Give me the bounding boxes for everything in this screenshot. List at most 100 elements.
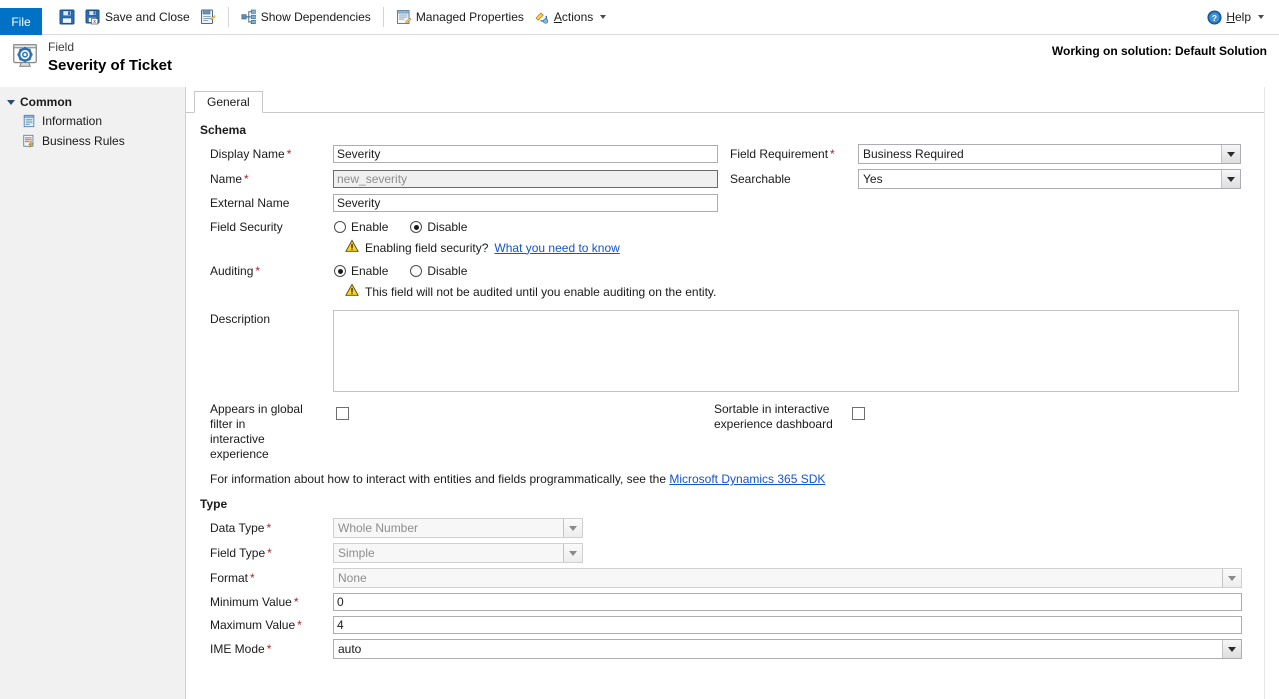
help-accesskey: H	[1226, 10, 1235, 24]
page-title: Severity of Ticket	[48, 57, 172, 74]
actions-label-rest: ctions	[562, 10, 593, 24]
name-label: Name*	[198, 172, 333, 186]
information-icon	[22, 114, 36, 128]
save-and-close-button[interactable]: x Save and Close	[80, 4, 195, 30]
sidebar-navigation: Common Information	[0, 87, 186, 699]
display-name-input[interactable]	[333, 145, 718, 163]
sidebar-item-business-rules[interactable]: Business Rules	[0, 131, 185, 151]
tab-general[interactable]: General	[194, 91, 263, 113]
maximum-value-input[interactable]	[333, 616, 1242, 634]
format-select: None	[333, 568, 1242, 588]
minimum-value-input[interactable]	[333, 593, 1242, 611]
auditing-enable-radio[interactable]: Enable	[334, 264, 388, 278]
ime-mode-value: auto	[334, 640, 1222, 658]
sdk-link[interactable]: Microsoft Dynamics 365 SDK	[669, 472, 825, 486]
auditing-label: Auditing*	[198, 264, 333, 278]
auditing-warning: This field will not be audited until you…	[345, 283, 1247, 300]
field-security-warning: Enabling field security? What you need t…	[345, 239, 1247, 256]
managed-properties-label: Managed Properties	[416, 10, 524, 24]
auditing-disable-radio[interactable]: Disable	[410, 264, 467, 278]
svg-text:?: ?	[1212, 12, 1217, 22]
field-security-disable-radio[interactable]: Disable	[410, 220, 467, 234]
save-button[interactable]	[54, 4, 80, 30]
body-split: Common Information	[0, 87, 1279, 699]
tab-general-label: General	[207, 95, 250, 109]
format-value: None	[334, 569, 1222, 587]
sidebar-group-common[interactable]: Common	[0, 93, 185, 111]
field-requirement-dropdown-button[interactable]	[1221, 145, 1240, 163]
external-name-input[interactable]	[333, 194, 718, 212]
row-minimum-value: Minimum Value*	[198, 593, 1247, 611]
file-tab[interactable]: File	[0, 8, 42, 35]
sortable-checkbox[interactable]	[852, 407, 865, 420]
required-asterisk: *	[830, 147, 835, 161]
managed-properties-button[interactable]: Managed Properties	[391, 4, 529, 30]
radio-indicator	[334, 221, 346, 233]
required-asterisk: *	[267, 642, 272, 656]
field-security-radio-group: Enable Disable	[333, 220, 467, 234]
ribbon-save-group: x Save and Close	[42, 0, 611, 34]
global-filter-checkbox[interactable]	[336, 407, 349, 420]
chevron-down-icon	[569, 526, 577, 531]
radio-indicator-selected	[410, 221, 422, 233]
field-security-enable-radio[interactable]: Enable	[334, 220, 388, 234]
field-requirement-select[interactable]: Business Required	[858, 144, 1241, 164]
field-requirement-label: Field Requirement*	[718, 147, 858, 161]
ime-mode-dropdown-button[interactable]	[1222, 640, 1241, 658]
data-type-label: Data Type*	[198, 521, 333, 535]
page-kicker: Field	[48, 41, 172, 55]
field-type-select: Simple	[333, 543, 583, 563]
row-maximum-value: Maximum Value*	[198, 616, 1247, 634]
global-filter-option: Appears in global filter in interactive …	[198, 402, 349, 462]
row-display-name: Display Name* Field Requirement* Busines…	[198, 144, 1247, 164]
row-ime-mode: IME Mode* auto	[198, 639, 1247, 659]
warning-icon	[345, 283, 359, 300]
show-dependencies-label: Show Dependencies	[261, 10, 371, 24]
field-requirement-value: Business Required	[859, 145, 1221, 163]
field-security-warning-link[interactable]: What you need to know	[494, 241, 619, 255]
vertical-scrollbar[interactable]	[1264, 87, 1279, 699]
managed-properties-icon	[396, 9, 412, 25]
auditing-enable-label: Enable	[351, 264, 388, 278]
data-type-select: Whole Number	[333, 518, 583, 538]
tabstrip: General	[186, 91, 1279, 113]
collapse-triangle-icon	[7, 100, 15, 105]
row-format: Format* None	[198, 568, 1247, 588]
maximum-value-label: Maximum Value*	[198, 618, 333, 632]
save-as-button[interactable]	[195, 4, 221, 30]
form-area: Schema Display Name* Field Requirement* …	[186, 113, 1279, 659]
type-section-heading: Type	[200, 497, 1247, 511]
description-label: Description	[198, 310, 333, 326]
ime-mode-select[interactable]: auto	[333, 639, 1242, 659]
sidebar-group-label: Common	[20, 95, 72, 109]
searchable-dropdown-button[interactable]	[1221, 170, 1240, 188]
business-rules-icon	[22, 134, 36, 148]
row-field-security: Field Security Enable Disable	[198, 220, 1247, 234]
page-header: Field Severity of Ticket Working on solu…	[0, 35, 1279, 87]
field-security-warning-text: Enabling field security?	[365, 241, 488, 255]
actions-menu-button[interactable]: Actions	[529, 4, 611, 30]
dependencies-icon	[241, 9, 257, 25]
description-textarea[interactable]	[333, 310, 1239, 392]
sortable-label: Sortable in interactive experience dashb…	[714, 402, 842, 432]
required-asterisk: *	[294, 595, 299, 609]
working-on-solution-note: Working on solution: Default Solution	[1052, 44, 1267, 58]
field-type-label: Field Type*	[198, 546, 333, 560]
required-asterisk: *	[267, 546, 272, 560]
row-field-type: Field Type* Simple	[198, 543, 1247, 563]
chevron-down-icon	[600, 15, 606, 19]
chevron-down-icon	[1258, 15, 1264, 19]
searchable-select[interactable]: Yes	[858, 169, 1241, 189]
field-security-disable-label: Disable	[427, 220, 467, 234]
chevron-down-icon	[1228, 576, 1236, 581]
sidebar-item-information[interactable]: Information	[0, 111, 185, 131]
minimum-value-label: Minimum Value*	[198, 595, 333, 609]
row-auditing: Auditing* Enable Disable	[198, 264, 1247, 278]
sidebar-item-label: Information	[42, 114, 102, 128]
help-button[interactable]: ? Help	[1202, 4, 1269, 30]
auditing-radio-group: Enable Disable	[333, 264, 467, 278]
show-dependencies-button[interactable]: Show Dependencies	[236, 4, 376, 30]
chevron-down-icon	[1228, 647, 1236, 652]
required-asterisk: *	[255, 264, 260, 278]
actions-accesskey: A	[554, 10, 562, 24]
